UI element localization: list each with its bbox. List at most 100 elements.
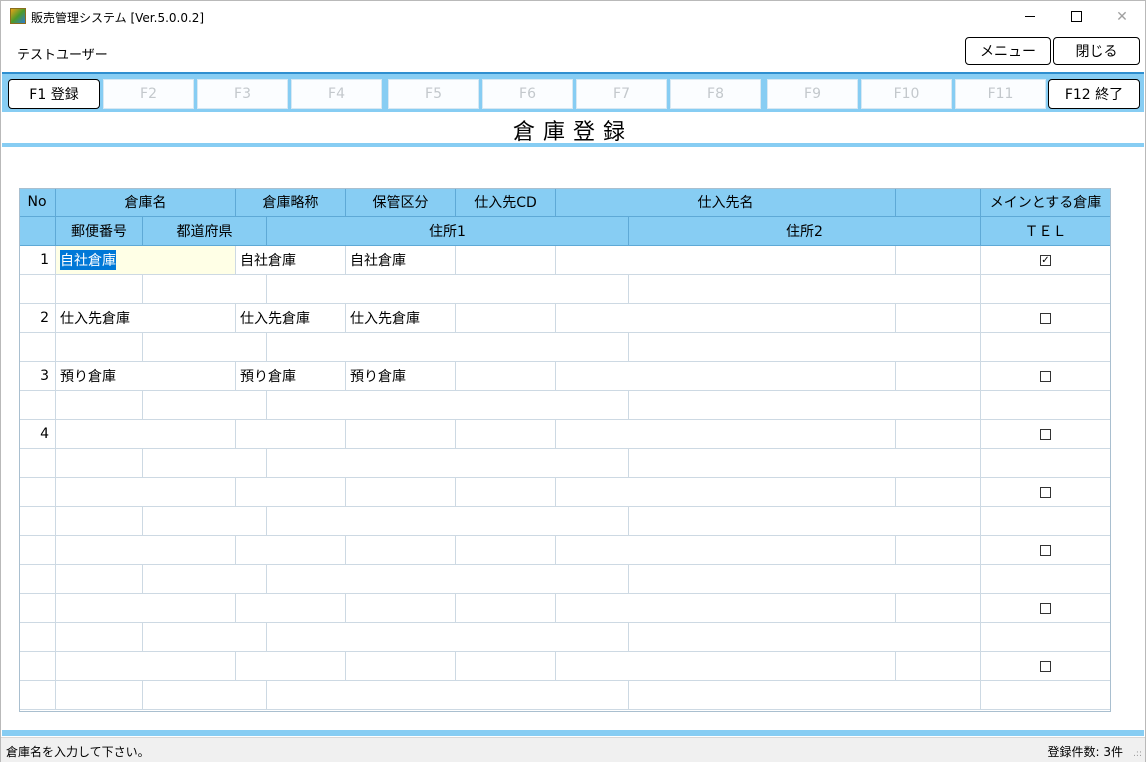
supplier-name-cell[interactable]	[556, 478, 896, 507]
postal-code-cell[interactable]	[56, 449, 143, 478]
fkey-8-button[interactable]: F8	[670, 79, 761, 109]
address1-cell[interactable]	[267, 391, 629, 420]
short-name-cell[interactable]	[236, 652, 346, 681]
maximize-button[interactable]	[1053, 1, 1099, 32]
supplier-name-cell[interactable]	[556, 362, 896, 391]
address1-cell[interactable]	[267, 681, 629, 710]
tel-cell[interactable]	[981, 507, 1111, 536]
fkey-10-button[interactable]: F10	[861, 79, 952, 109]
prefecture-cell[interactable]	[143, 565, 267, 594]
postal-code-cell[interactable]	[56, 681, 143, 710]
address2-cell[interactable]	[629, 681, 981, 710]
supplier-name-cell[interactable]	[556, 420, 896, 449]
main-warehouse-checkbox[interactable]	[1040, 486, 1051, 498]
supplier-cd-cell[interactable]	[456, 536, 556, 565]
tel-cell[interactable]	[981, 565, 1111, 594]
postal-code-cell[interactable]	[56, 275, 143, 304]
extra-cell[interactable]	[896, 652, 981, 681]
address1-cell[interactable]	[267, 275, 629, 304]
address2-cell[interactable]	[629, 391, 981, 420]
address2-cell[interactable]	[629, 333, 981, 362]
extra-cell[interactable]	[896, 304, 981, 333]
postal-code-cell[interactable]	[56, 333, 143, 362]
supplier-cd-cell[interactable]	[456, 594, 556, 623]
menu-button[interactable]: メニュー	[965, 37, 1051, 65]
fkey-6-button[interactable]: F6	[482, 79, 573, 109]
supplier-cd-cell[interactable]	[456, 478, 556, 507]
address2-cell[interactable]	[629, 565, 981, 594]
address2-cell[interactable]	[629, 623, 981, 652]
supplier-cd-cell[interactable]	[456, 362, 556, 391]
prefecture-cell[interactable]	[143, 681, 267, 710]
fkey-3-button[interactable]: F3	[197, 79, 288, 109]
postal-code-cell[interactable]	[56, 565, 143, 594]
main-warehouse-cell[interactable]	[981, 362, 1111, 391]
tel-cell[interactable]	[981, 681, 1111, 710]
fkey-11-button[interactable]: F11	[955, 79, 1046, 109]
main-warehouse-cell[interactable]	[981, 420, 1111, 449]
extra-cell[interactable]	[896, 536, 981, 565]
storage-category-cell[interactable]: 仕入先倉庫	[346, 304, 456, 333]
extra-cell[interactable]	[896, 246, 981, 275]
short-name-cell[interactable]	[236, 536, 346, 565]
prefecture-cell[interactable]	[143, 333, 267, 362]
prefecture-cell[interactable]	[143, 449, 267, 478]
extra-cell[interactable]	[896, 594, 981, 623]
tel-cell[interactable]	[981, 391, 1111, 420]
short-name-cell[interactable]	[236, 478, 346, 507]
main-warehouse-cell[interactable]	[981, 478, 1111, 507]
main-warehouse-checkbox[interactable]	[1040, 428, 1051, 440]
supplier-cd-cell[interactable]	[456, 246, 556, 275]
warehouse-name-cell[interactable]: 自社倉庫	[56, 246, 236, 275]
extra-cell[interactable]	[896, 362, 981, 391]
extra-cell[interactable]	[896, 420, 981, 449]
main-warehouse-checkbox[interactable]	[1040, 312, 1051, 324]
address1-cell[interactable]	[267, 623, 629, 652]
postal-code-cell[interactable]	[56, 507, 143, 536]
address1-cell[interactable]	[267, 449, 629, 478]
short-name-cell[interactable]: 仕入先倉庫	[236, 304, 346, 333]
supplier-cd-cell[interactable]	[456, 652, 556, 681]
fkey-12-button[interactable]: F12 終了	[1048, 79, 1140, 109]
address2-cell[interactable]	[629, 449, 981, 478]
short-name-cell[interactable]: 預り倉庫	[236, 362, 346, 391]
fkey-5-button[interactable]: F5	[388, 79, 479, 109]
prefecture-cell[interactable]	[143, 507, 267, 536]
fkey-2-button[interactable]: F2	[103, 79, 194, 109]
tel-cell[interactable]	[981, 275, 1111, 304]
main-warehouse-checkbox[interactable]: ✓	[1040, 254, 1051, 266]
short-name-cell[interactable]	[236, 420, 346, 449]
short-name-cell[interactable]: 自社倉庫	[236, 246, 346, 275]
main-warehouse-checkbox[interactable]	[1040, 660, 1051, 672]
storage-category-cell[interactable]	[346, 536, 456, 565]
supplier-name-cell[interactable]	[556, 652, 896, 681]
close-button[interactable]: 閉じる	[1053, 37, 1140, 65]
address1-cell[interactable]	[267, 333, 629, 362]
main-warehouse-cell[interactable]	[981, 304, 1111, 333]
main-warehouse-checkbox[interactable]	[1040, 544, 1051, 556]
main-warehouse-checkbox[interactable]	[1040, 370, 1051, 382]
supplier-name-cell[interactable]	[556, 594, 896, 623]
warehouse-grid[interactable]: No 倉庫名 倉庫略称 保管区分 仕入先CD 仕入先名 メインとする倉庫 郵便番号 都道府県 住所…	[19, 188, 1111, 712]
main-warehouse-checkbox[interactable]	[1040, 602, 1051, 614]
storage-category-cell[interactable]	[346, 420, 456, 449]
warehouse-name-cell[interactable]: 仕入先倉庫	[56, 304, 236, 333]
fkey-4-button[interactable]: F4	[291, 79, 382, 109]
supplier-name-cell[interactable]	[556, 536, 896, 565]
supplier-name-cell[interactable]	[556, 246, 896, 275]
prefecture-cell[interactable]	[143, 391, 267, 420]
address2-cell[interactable]	[629, 507, 981, 536]
warehouse-name-cell[interactable]	[56, 420, 236, 449]
main-warehouse-cell[interactable]: ✓	[981, 246, 1111, 275]
warehouse-name-cell[interactable]	[56, 536, 236, 565]
fkey-9-button[interactable]: F9	[767, 79, 858, 109]
storage-category-cell[interactable]	[346, 652, 456, 681]
storage-category-cell[interactable]	[346, 594, 456, 623]
title-bar[interactable]: 販売管理システム [Ver.5.0.0.2] ✕	[1, 1, 1145, 32]
storage-category-cell[interactable]: 自社倉庫	[346, 246, 456, 275]
prefecture-cell[interactable]	[143, 275, 267, 304]
resize-grip-icon[interactable]: .::	[1133, 749, 1142, 759]
warehouse-name-cell[interactable]	[56, 594, 236, 623]
tel-cell[interactable]	[981, 623, 1111, 652]
address1-cell[interactable]	[267, 565, 629, 594]
